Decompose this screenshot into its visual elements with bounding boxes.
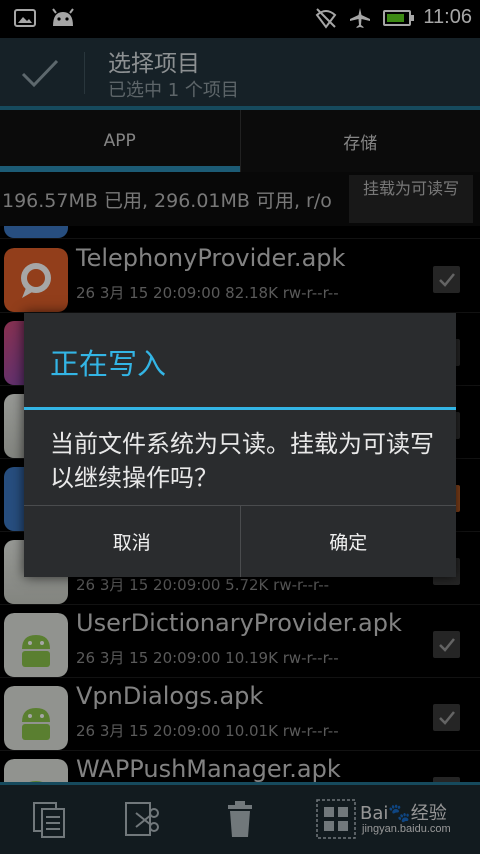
confirm-button[interactable]: 确定 [239, 506, 457, 577]
dialog-title-divider [24, 407, 456, 410]
dialog-title: 正在写入 [50, 347, 167, 381]
dialog-message: 当前文件系统为只读。挂载为可读写以继续操作吗？ [50, 430, 434, 492]
dialog-buttons: 取消 确定 [24, 505, 456, 577]
write-confirm-dialog: 正在写入 当前文件系统为只读。挂载为可读写以继续操作吗？ 取消 确定 [24, 313, 456, 577]
cancel-button[interactable]: 取消 [24, 506, 240, 577]
